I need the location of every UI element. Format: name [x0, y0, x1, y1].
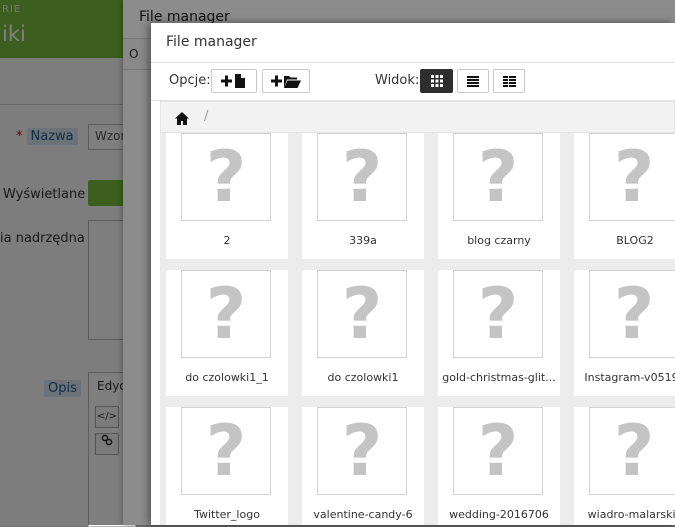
image-placeholder-icon: ?: [181, 133, 271, 221]
grid-view-icon: [430, 75, 443, 87]
breadcrumb: /: [160, 101, 675, 133]
file-tile[interactable]: ? gold-christmas-glit...: [438, 270, 560, 396]
file-name: gold-christmas-glit...: [442, 371, 556, 384]
home-icon[interactable]: [175, 110, 189, 129]
file-tile[interactable]: ? valentine-candy-6: [302, 407, 424, 525]
grid-view-button[interactable]: [420, 69, 453, 93]
dialog-title: File manager: [166, 34, 257, 50]
image-placeholder-icon: ?: [453, 270, 543, 358]
new-file-button[interactable]: [211, 69, 257, 93]
image-placeholder-icon: ?: [453, 133, 543, 221]
file-tile[interactable]: ? do czolowki1_1: [166, 270, 288, 396]
image-placeholder-icon: ?: [589, 133, 675, 221]
detail-view-button[interactable]: [493, 69, 525, 93]
file-name: BLOG2: [616, 234, 654, 247]
file-tile[interactable]: ? 339a: [302, 133, 424, 259]
file-manager-toolbar: Opcje: Widok:: [151, 62, 675, 101]
file-tile[interactable]: ? 2: [166, 133, 288, 259]
options-label: Opcje:: [169, 73, 211, 88]
file-manager-dialog: File manager Opcje: Widok: / ? 2 ? 339a …: [151, 23, 675, 525]
file-grid: ? 2 ? 339a ? blog czarny ? BLOG2 ? do cz…: [160, 133, 675, 525]
view-label: Widok:: [375, 73, 420, 88]
file-name: 339a: [349, 234, 377, 247]
image-placeholder-icon: ?: [317, 133, 407, 221]
file-name: wiadro-malarskie: [587, 508, 675, 521]
file-name: wedding-2016706: [449, 508, 549, 521]
file-tile[interactable]: ? blog czarny: [438, 133, 560, 259]
image-placeholder-icon: ?: [317, 407, 407, 495]
file-tile[interactable]: ? Twitter_logo: [166, 407, 288, 525]
list-view-button[interactable]: [457, 69, 489, 93]
file-tile[interactable]: ? wiadro-malarskie: [574, 407, 675, 525]
file-name: do czolowki1: [327, 371, 399, 384]
file-name: do czolowki1_1: [185, 371, 269, 384]
breadcrumb-separator: /: [204, 109, 209, 124]
image-placeholder-icon: ?: [589, 407, 675, 495]
file-tile[interactable]: ? do czolowki1: [302, 270, 424, 396]
add-folder-icon: [271, 75, 301, 88]
file-name: valentine-candy-6: [313, 508, 413, 521]
image-placeholder-icon: ?: [181, 407, 271, 495]
image-placeholder-icon: ?: [181, 270, 271, 358]
file-tile[interactable]: ? Instagram-v05190: [574, 270, 675, 396]
file-name: Instagram-v05190: [584, 371, 675, 384]
add-file-icon: [221, 74, 245, 88]
file-name: Twitter_logo: [194, 508, 260, 521]
file-tile[interactable]: ? wedding-2016706: [438, 407, 560, 525]
image-placeholder-icon: ?: [317, 270, 407, 358]
image-placeholder-icon: ?: [589, 270, 675, 358]
image-placeholder-icon: ?: [453, 407, 543, 495]
detail-view-icon: [502, 75, 516, 87]
file-name: 2: [223, 234, 231, 247]
file-tile[interactable]: ? BLOG2: [574, 133, 675, 259]
new-folder-button[interactable]: [262, 69, 310, 93]
list-view-icon: [467, 75, 479, 87]
file-name: blog czarny: [467, 234, 531, 247]
